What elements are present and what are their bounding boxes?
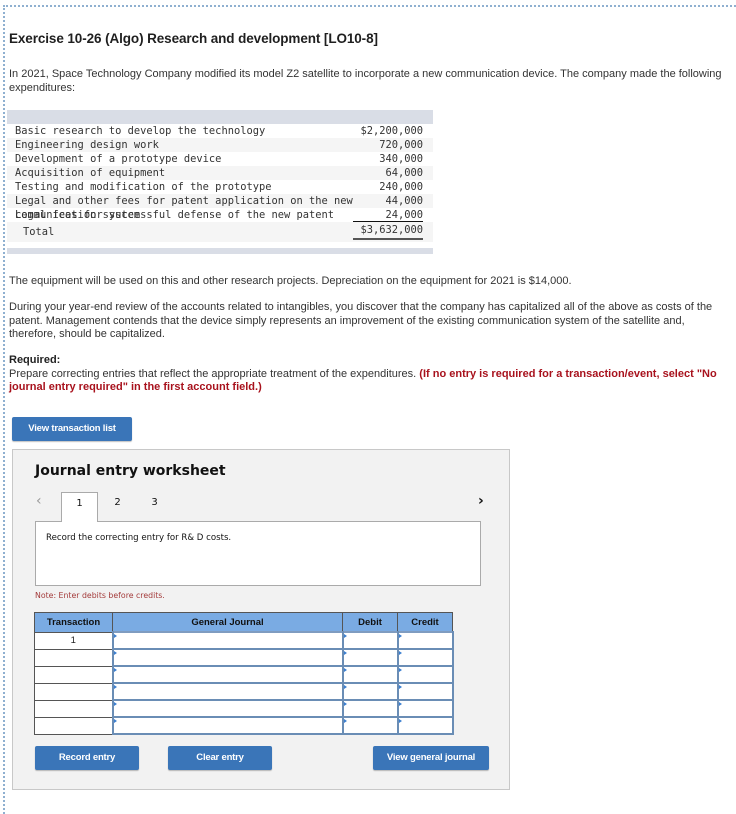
expenditure-row: Engineering design work 720,000 <box>7 138 433 152</box>
transaction-cell <box>34 716 113 735</box>
table-header-bar <box>7 110 433 124</box>
equipment-paragraph: The equipment will be used on this and o… <box>9 275 572 287</box>
tab-2[interactable]: 2 <box>99 492 136 522</box>
expenditure-label: Legal and other fees for patent applicat… <box>15 195 353 221</box>
tab-1[interactable]: 1 <box>61 492 98 522</box>
expenditure-amount: 64,000 <box>385 167 423 179</box>
clear-entry-button[interactable]: Clear entry <box>168 746 272 770</box>
account-input[interactable] <box>111 648 344 667</box>
expenditures-table: Basic research to develop the technology… <box>7 110 433 254</box>
credit-input[interactable] <box>396 631 454 650</box>
debit-input[interactable] <box>341 648 399 667</box>
account-input[interactable] <box>111 631 344 650</box>
table-row: 1 <box>34 631 454 650</box>
expenditure-row: Testing and modification of the prototyp… <box>7 180 433 194</box>
expenditure-row: Legal fees for successful defense of the… <box>7 208 433 222</box>
view-general-journal-button[interactable]: View general journal <box>373 746 489 770</box>
credit-input[interactable] <box>396 665 454 684</box>
expenditure-label: Legal fees for successful defense of the… <box>15 209 335 221</box>
view-transaction-list-button[interactable]: View transaction list <box>12 417 132 441</box>
expenditure-amount: 340,000 <box>379 153 423 165</box>
record-entry-button[interactable]: Record entry <box>35 746 139 770</box>
expenditure-row: Basic research to develop the technology… <box>7 124 433 138</box>
credit-input[interactable] <box>396 716 454 735</box>
expenditure-label: Basic research to develop the technology <box>15 125 266 137</box>
debit-input[interactable] <box>341 631 399 650</box>
transaction-cell: 1 <box>34 631 113 650</box>
intro-paragraph: In 2021, Space Technology Company modifi… <box>9 68 722 94</box>
transaction-cell <box>34 665 113 684</box>
table-footer-bar <box>7 248 433 254</box>
expenditure-label: Development of a prototype device <box>15 153 222 165</box>
expenditure-rows: Basic research to develop the technology… <box>7 124 433 242</box>
debit-input[interactable] <box>341 665 399 684</box>
account-input[interactable] <box>111 665 344 684</box>
credit-input[interactable] <box>396 699 454 718</box>
table-row <box>34 699 454 718</box>
exercise-title: Exercise 10-26 (Algo) Research and devel… <box>9 31 378 46</box>
expenditure-label: Testing and modification of the prototyp… <box>15 181 272 193</box>
debit-input[interactable] <box>341 682 399 701</box>
required-text: Prepare correcting entries that reflect … <box>9 367 420 380</box>
column-header-debit: Debit <box>342 612 398 633</box>
journal-table: Transaction General Journal Debit Credit… <box>34 612 454 735</box>
review-paragraph: During your year-end review of the accou… <box>9 301 713 341</box>
debits-note: Note: Enter debits before credits. <box>35 591 165 600</box>
table-row <box>34 648 454 667</box>
expenditure-amount: $2,200,000 <box>360 125 423 137</box>
column-header-credit: Credit <box>397 612 453 633</box>
tab-3[interactable]: 3 <box>136 492 173 522</box>
chevron-left-icon[interactable]: ‹ <box>36 493 42 509</box>
debit-input[interactable] <box>341 716 399 735</box>
transaction-cell <box>34 682 113 701</box>
transaction-cell <box>34 699 113 718</box>
debit-input[interactable] <box>341 699 399 718</box>
total-row: Total $3,632,000 <box>7 222 433 242</box>
account-input[interactable] <box>111 682 344 701</box>
entry-description-box: Record the correcting entry for R& D cos… <box>35 521 481 586</box>
journal-header-row: Transaction General Journal Debit Credit <box>34 612 453 633</box>
entry-description: Record the correcting entry for R& D cos… <box>46 533 232 543</box>
required-section: Required: Prepare correcting entries tha… <box>9 354 724 395</box>
account-input[interactable] <box>111 699 344 718</box>
expenditure-amount: 720,000 <box>379 139 423 151</box>
credit-input[interactable] <box>396 682 454 701</box>
worksheet-title: Journal entry worksheet <box>35 463 226 479</box>
expenditure-amount: 24,000 <box>353 208 423 222</box>
chevron-right-icon[interactable]: › <box>478 493 484 509</box>
expenditure-amount: 44,000 <box>385 195 423 207</box>
journal-entry-worksheet: Journal entry worksheet ‹ 1 2 3 › Record… <box>12 449 510 790</box>
account-input[interactable] <box>111 716 344 735</box>
expenditure-amount: 240,000 <box>379 181 423 193</box>
credit-input[interactable] <box>396 648 454 667</box>
expenditure-label: Acquisition of equipment <box>15 167 166 179</box>
expenditure-label: Engineering design work <box>15 139 159 151</box>
table-row <box>34 665 454 684</box>
total-amount: $3,632,000 <box>353 222 423 240</box>
table-row <box>34 716 454 735</box>
required-label: Required: <box>9 354 61 366</box>
column-header-transaction: Transaction <box>34 612 113 633</box>
table-row <box>34 682 454 701</box>
transaction-cell <box>34 648 113 667</box>
column-header-general-journal: General Journal <box>112 612 343 633</box>
expenditure-row: Legal and other fees for patent applicat… <box>7 194 433 221</box>
total-label: Total <box>23 226 55 238</box>
expenditure-row: Acquisition of equipment 64,000 <box>7 166 433 180</box>
expenditure-row: Development of a prototype device 340,000 <box>7 152 433 166</box>
